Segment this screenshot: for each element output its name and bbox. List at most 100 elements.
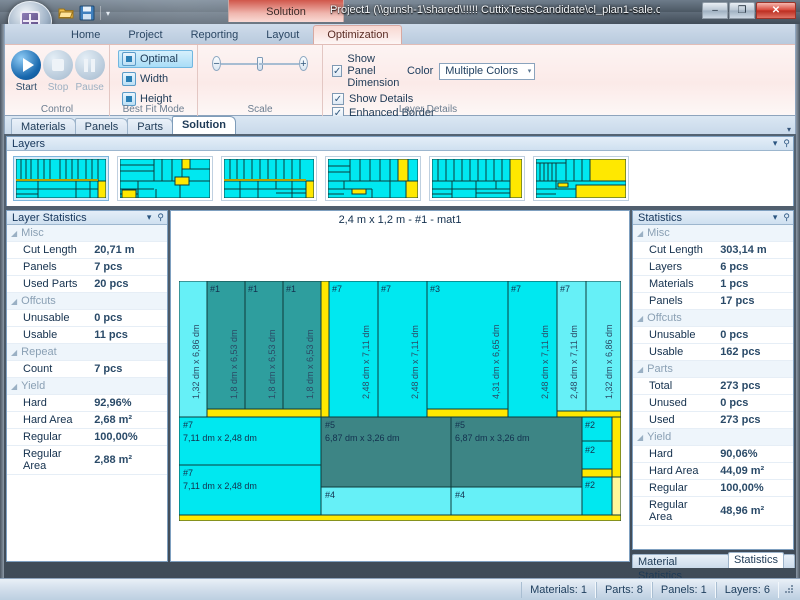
ribbon-group-scale: − + Scale xyxy=(197,45,322,116)
group-row-offcuts: ◢Offcuts xyxy=(7,293,167,310)
strip-id-2: #1 xyxy=(248,284,258,294)
collapse-arrow-icon[interactable]: ◢ xyxy=(637,314,643,323)
layer-thumbnail-6[interactable] xyxy=(533,156,629,201)
block-dim-7a: 7,11 dm x 2,48 dm xyxy=(183,433,257,443)
zoom-out-icon[interactable]: − xyxy=(212,56,221,71)
window-title: Project1 (\\gunsh-1\shared\!!!!! CuttixT… xyxy=(330,4,660,16)
resize-grip-icon[interactable] xyxy=(783,583,797,597)
start-button[interactable]: Start xyxy=(11,50,42,93)
group-label: Yield xyxy=(21,380,45,392)
block-id-5b: #5 xyxy=(455,420,465,430)
chevron-down-icon[interactable]: ▾ xyxy=(787,125,791,134)
ribbon-group-layer-details: ✓ Show Panel Dimension Color Multiple Co… xyxy=(322,45,537,116)
group-label: Offcuts xyxy=(647,312,682,324)
status-panels: Panels: 1 xyxy=(652,582,716,598)
ribbon-tab-optimization[interactable]: Optimization xyxy=(313,25,402,44)
layer-statistics-header: Layer Statistics ▾ ⚲ xyxy=(7,211,167,225)
start-label: Start xyxy=(11,82,42,93)
doc-tab-parts[interactable]: Parts xyxy=(127,118,173,134)
layer-thumbnail-list xyxy=(7,151,793,206)
tab-statistics[interactable]: Statistics xyxy=(728,552,784,568)
document-tabs: Materials Panels Parts Solution ▾ xyxy=(4,116,796,134)
minimize-button[interactable]: – xyxy=(702,2,728,19)
layer-thumbnail-2[interactable] xyxy=(117,156,213,201)
layer-thumbnail-1[interactable] xyxy=(13,156,109,201)
group-label: Parts xyxy=(647,363,673,375)
table-row: Used Parts20 pcs xyxy=(7,276,167,293)
pin-icon[interactable]: ⚲ xyxy=(157,212,164,223)
play-icon xyxy=(11,50,41,80)
best-fit-width[interactable]: Width xyxy=(118,70,193,88)
collapse-arrow-icon[interactable]: ◢ xyxy=(11,348,17,357)
doc-tab-panels[interactable]: Panels xyxy=(75,118,129,134)
collapse-arrow-icon[interactable]: ◢ xyxy=(11,297,17,306)
ribbon-group-best-fit-mode: Optimal Width Height Best Fit Mode xyxy=(109,45,197,116)
collapse-arrow-icon[interactable]: ◢ xyxy=(637,229,643,238)
table-row: Materials1 pcs xyxy=(633,276,793,293)
block-id-4b: #4 xyxy=(455,490,465,500)
checkbox-show-panel-dimension[interactable]: ✓ Show Panel Dimension xyxy=(332,53,401,89)
status-materials: Materials: 1 xyxy=(521,582,596,598)
pin-icon[interactable]: ⚲ xyxy=(783,212,790,223)
collapse-arrow-icon[interactable]: ◢ xyxy=(637,365,643,374)
chevron-down-icon[interactable]: ▾ xyxy=(147,212,152,223)
statistics-title: Statistics xyxy=(638,212,682,224)
titlebar[interactable]: Project1 (\\gunsh-1\shared\!!!!! CuttixT… xyxy=(0,0,800,24)
strip-dim-1: 1,32 dm x 6,86 dm xyxy=(191,324,201,399)
group-label: Misc xyxy=(647,227,670,239)
width-icon xyxy=(122,72,136,86)
strip-id-7: #7 xyxy=(511,284,521,294)
collapse-arrow-icon[interactable]: ◢ xyxy=(637,433,643,442)
pin-icon[interactable]: ⚲ xyxy=(783,138,790,149)
window-right-border xyxy=(796,24,800,584)
best-fit-optimal[interactable]: Optimal xyxy=(118,50,193,68)
group-label: Misc xyxy=(21,227,44,239)
scale-track-left[interactable] xyxy=(221,63,261,65)
layer-thumbnail-5[interactable] xyxy=(429,156,525,201)
stop-label: Stop xyxy=(43,82,74,93)
color-mode-dropdown[interactable]: Multiple Colors ▾ xyxy=(439,63,535,80)
strip-dim-6: 2,48 dm x 7,11 dm xyxy=(410,325,420,399)
maximize-button[interactable]: ❐ xyxy=(729,2,755,19)
application-window: Solution Project1 (\\gunsh-1\shared\!!!!… xyxy=(0,0,800,600)
table-row: Regular Area48,96 m² xyxy=(633,497,793,526)
ribbon-tab-layout[interactable]: Layout xyxy=(252,25,313,44)
best-fit-width-label: Width xyxy=(140,73,168,85)
table-row: Regular Area2,88 m² xyxy=(7,446,167,475)
chevron-down-icon[interactable]: ▾ xyxy=(773,212,778,223)
layer-thumbnail-4[interactable] xyxy=(325,156,421,201)
doc-tab-materials[interactable]: Materials xyxy=(11,118,76,134)
group-label-layer-details: Layer Details xyxy=(323,104,533,115)
close-button[interactable]: ✕ xyxy=(756,2,796,19)
tab-material-statistics[interactable]: Material Statistics xyxy=(632,554,729,568)
chevron-down-icon: ▾ xyxy=(528,67,532,75)
ribbon-tab-home[interactable]: Home xyxy=(57,25,114,44)
folder-open-icon[interactable] xyxy=(58,5,74,21)
scale-track-right[interactable] xyxy=(259,63,299,65)
ribbon-tab-reporting[interactable]: Reporting xyxy=(177,25,253,44)
collapse-arrow-icon[interactable]: ◢ xyxy=(11,229,17,238)
table-row: Hard92,96% xyxy=(7,395,167,412)
group-row-yield: ◢ Yield xyxy=(7,378,167,395)
statistics-panel-tabs: Material Statistics Statistics xyxy=(632,552,794,568)
stop-button[interactable]: Stop xyxy=(43,50,74,93)
save-icon[interactable] xyxy=(79,5,95,21)
status-parts: Parts: 8 xyxy=(596,582,652,598)
strip-id-8: #7 xyxy=(560,284,570,294)
chevron-down-icon[interactable]: ▾ xyxy=(106,9,110,18)
table-row: Hard90,06% xyxy=(633,446,793,463)
pause-button[interactable]: Pause xyxy=(74,50,105,93)
layout-canvas[interactable]: 2,4 m x 1,2 m - #1 - mat1 xyxy=(170,210,630,562)
zoom-in-icon[interactable]: + xyxy=(299,56,308,71)
table-row: Usable162 pcs xyxy=(633,344,793,361)
ribbon-tab-project[interactable]: Project xyxy=(114,25,176,44)
color-label: Color xyxy=(407,65,433,77)
collapse-arrow-icon[interactable]: ◢ xyxy=(11,382,17,391)
block-dim-7b: 7,11 dm x 2,48 dm xyxy=(183,481,257,491)
scale-slider[interactable]: − + xyxy=(202,48,318,71)
table-row: Usable11 pcs xyxy=(7,327,167,344)
chevron-down-icon[interactable]: ▾ xyxy=(773,138,778,149)
doc-tab-solution[interactable]: Solution xyxy=(172,116,236,134)
strip-id-3: #1 xyxy=(286,284,296,294)
layer-thumbnail-3[interactable] xyxy=(221,156,317,201)
